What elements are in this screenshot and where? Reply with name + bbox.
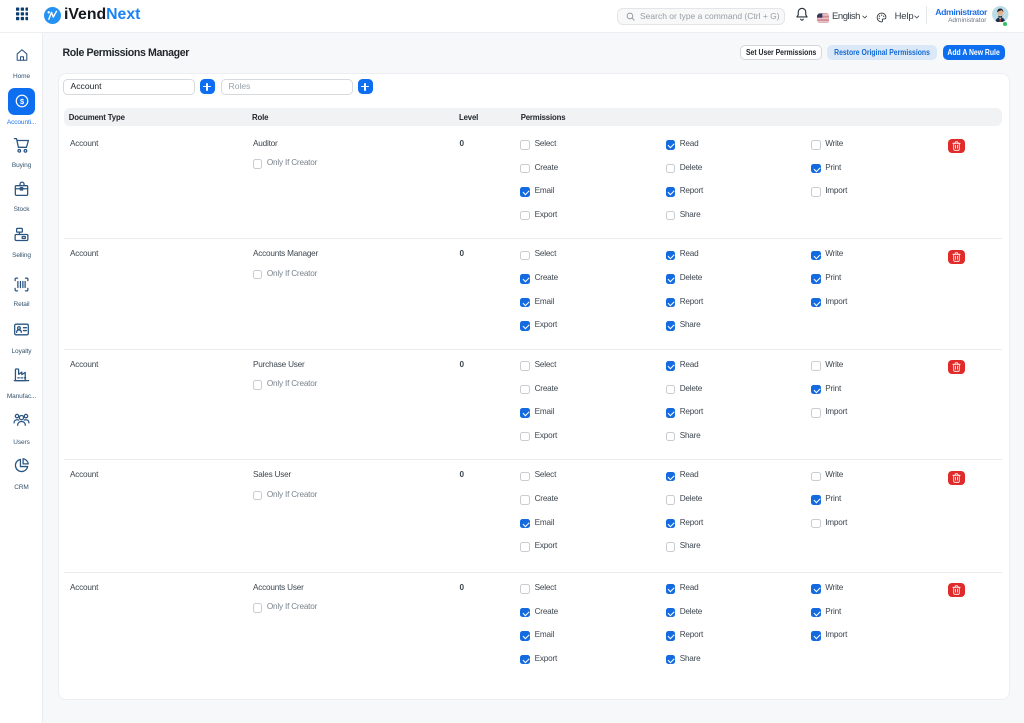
svg-text:$: $ — [19, 97, 24, 106]
